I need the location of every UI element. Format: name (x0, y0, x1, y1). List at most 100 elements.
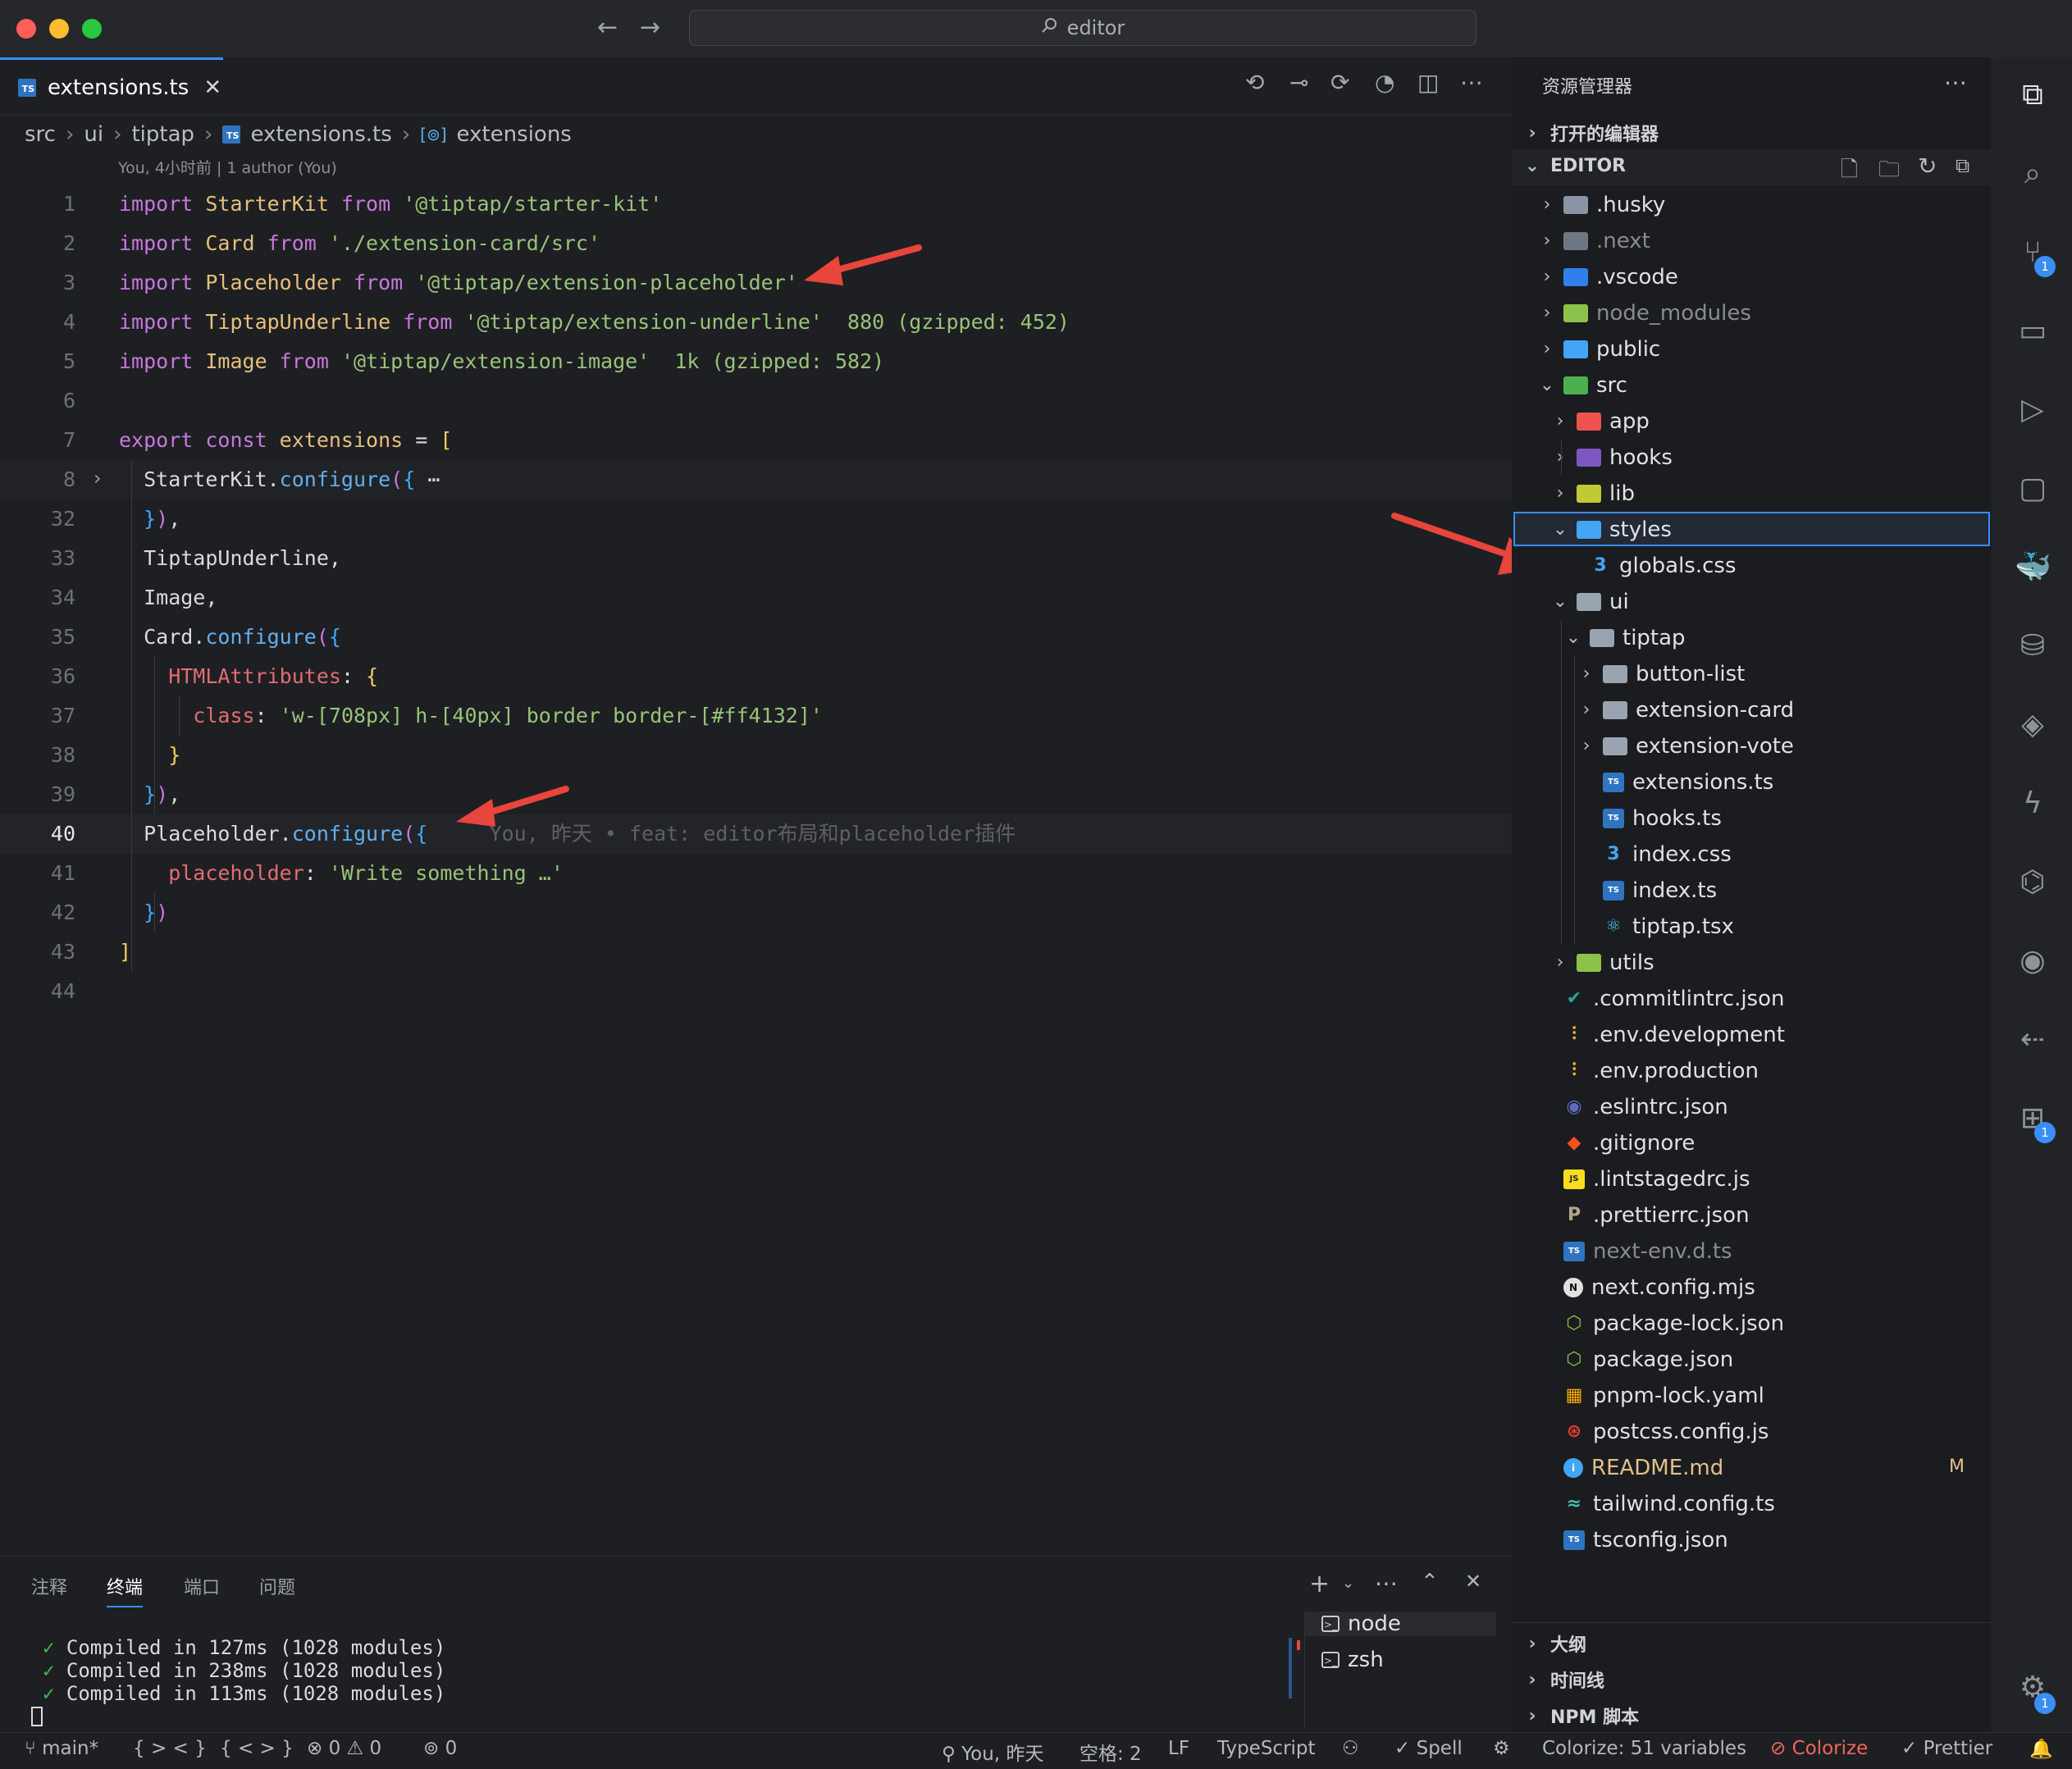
thunder-client-icon[interactable]: ϟ (2015, 786, 2051, 822)
refresh-icon[interactable]: ↻ (1918, 153, 1937, 180)
tab-ports[interactable]: 端口 (184, 1573, 220, 1599)
close-panel-icon[interactable]: ✕ (1465, 1570, 1481, 1593)
tree-item-hooks[interactable]: › hooks (1552, 440, 1673, 476)
tree-item-node-modules[interactable]: › node_modules (1539, 295, 1751, 331)
tree-item-public[interactable]: › public (1539, 331, 1661, 367)
tab-problems[interactable]: 问题 (259, 1573, 295, 1599)
more-actions-icon[interactable]: ⋯ (1460, 69, 1483, 96)
forward-arrow-icon[interactable]: → (640, 13, 660, 42)
terminal-item-node[interactable]: >_ node (1305, 1612, 1496, 1636)
maximize-window-button[interactable] (82, 19, 102, 39)
git-commit-icon[interactable]: ⊸ (1289, 69, 1308, 96)
branch-status[interactable]: ⑂ main* (25, 1738, 98, 1759)
codelens-blame[interactable]: You, 4小时前 | 1 author (You) (118, 156, 337, 178)
tree-item-commitlintrc-json[interactable]: ✔ .commitlintrc.json (1539, 981, 1785, 1017)
database-icon[interactable]: ⛁ (2015, 628, 2051, 664)
tree-item-ui[interactable]: ⌄ ui (1552, 584, 1629, 620)
code-line[interactable]: 42 }) (0, 893, 1512, 932)
panel-more-icon[interactable]: ⋯ (1375, 1570, 1398, 1597)
git-previous-change-icon[interactable]: ⟲ (1245, 69, 1264, 96)
problems-status[interactable]: ⊗ 0 ⚠ 0 (307, 1738, 381, 1759)
tree-item-button-list[interactable]: › button-list (1578, 656, 1746, 692)
docker-icon[interactable]: 🐳 (2015, 549, 2051, 586)
code-line[interactable]: 2 import Card from './extension-card/src' (0, 224, 1512, 263)
code-line[interactable]: 38 } (0, 736, 1512, 775)
back-arrow-icon[interactable]: ← (597, 13, 618, 42)
breadcrumb-ui[interactable]: ui (84, 122, 103, 147)
code-line[interactable]: 33 TiptapUnderline, (0, 539, 1512, 578)
tree-item-husky[interactable]: › .husky (1539, 187, 1666, 223)
tree-item-gitignore[interactable]: ◆ .gitignore (1539, 1125, 1695, 1161)
code-line[interactable]: 4 import TiptapUnderline from '@tiptap/ex… (0, 303, 1512, 342)
copilot-icon[interactable]: ⚇ (1342, 1738, 1359, 1759)
close-window-button[interactable] (16, 19, 36, 39)
language-status[interactable]: TypeScript (1217, 1738, 1316, 1759)
section-timeline[interactable]: › 时间线 (1524, 1666, 1604, 1693)
fold-chevron-icon[interactable]: › (94, 467, 102, 490)
code-line[interactable]: 40 Placeholder.configure({ You, 昨天 • fea… (0, 814, 1512, 854)
remote-explorer-icon[interactable]: ▢ (2015, 471, 2051, 507)
tab-terminal[interactable]: 终端 (107, 1573, 144, 1607)
close-tab-icon[interactable]: ✕ (203, 75, 221, 100)
nav-next-status[interactable]: { < > } (220, 1738, 294, 1759)
tree-item-tiptap-tsx[interactable]: ⚛ tiptap.tsx (1578, 909, 1734, 945)
notifications-bell-icon[interactable]: 🔔 (2029, 1738, 2053, 1760)
code-line[interactable]: 37 class: 'w-[708px] h-[40px] border bor… (0, 696, 1512, 736)
explorer-more-icon[interactable]: ⋯ (1944, 69, 1967, 96)
breadcrumb-src[interactable]: src (25, 122, 56, 147)
tree-item-app[interactable]: › app (1552, 403, 1650, 440)
section-editor-root[interactable]: ⌄ EDITOR (1524, 156, 1626, 176)
tree-item-globals-css[interactable]: 3 globals.css (1565, 548, 1736, 584)
tree-item-vscode[interactable]: › .vscode (1539, 259, 1678, 295)
code-line[interactable]: 41 placeholder: 'Write something …' (0, 854, 1512, 893)
ports-status[interactable]: ⊚ 0 (423, 1738, 457, 1759)
section-open-editors[interactable]: › 打开的编辑器 (1524, 120, 1659, 146)
code-line[interactable]: 6 (0, 381, 1512, 421)
tree-item-env-production[interactable]: ⫶ .env.production (1539, 1053, 1759, 1089)
gitlens-icon[interactable]: ⌬ (2015, 864, 2051, 900)
tree-item-eslintrc-json[interactable]: ◉ .eslintrc.json (1539, 1089, 1727, 1125)
tree-item-src[interactable]: ⌄ src (1539, 367, 1627, 403)
breadcrumb-tiptap[interactable]: tiptap (131, 122, 194, 147)
tree-item-tsconfig-json[interactable]: TS tsconfig.json (1539, 1522, 1728, 1558)
command-center-search[interactable]: editor (689, 10, 1476, 46)
code-line[interactable]: 7 export const extensions = [ (0, 421, 1512, 460)
collapse-all-icon[interactable]: ⧉ (1956, 154, 1969, 177)
tree-item-prettierrc-json[interactable]: P .prettierrc.json (1539, 1197, 1750, 1233)
code-line[interactable]: 3 import Placeholder from '@tiptap/extens… (0, 263, 1512, 303)
tree-item-hooks-ts[interactable]: TS hooks.ts (1578, 800, 1722, 837)
colorize-vars-status[interactable]: Colorize: 51 variables (1542, 1738, 1746, 1759)
nav-prev-status[interactable]: { > < } (133, 1738, 207, 1759)
section-outline[interactable]: › 大纲 (1524, 1630, 1586, 1657)
tree-item-postcss-config-js[interactable]: ⊛ postcss.config.js (1539, 1414, 1769, 1450)
tab-comments[interactable]: 注释 (31, 1573, 67, 1599)
spell-status[interactable]: ✓ Spell (1394, 1738, 1463, 1759)
tree-item-index-ts[interactable]: TS index.ts (1578, 873, 1717, 909)
code-line[interactable]: 8 StarterKit.configure({ ⋯ (0, 460, 1512, 499)
breadcrumb-symbol[interactable]: extensions (457, 122, 572, 147)
new-terminal-icon[interactable]: + (1309, 1570, 1330, 1598)
tree-item-utils[interactable]: › utils (1552, 945, 1654, 981)
indent-status[interactable]: 空格: 2 (1079, 1738, 1142, 1766)
code-line[interactable]: 5 import Image from '@tiptap/extension-im… (0, 342, 1512, 381)
minimize-window-button[interactable] (49, 19, 69, 39)
new-folder-icon[interactable]: 🗀 (1878, 154, 1900, 190)
chevron-down-icon[interactable]: ⌄ (1342, 1575, 1354, 1592)
tree-item-lintstagedrc-js[interactable]: JS .lintstagedrc.js (1539, 1161, 1750, 1197)
timeline-icon[interactable]: ◔ (1375, 69, 1394, 96)
code-line[interactable]: 43] (0, 932, 1512, 972)
tree-item-extensions-ts[interactable]: TS extensions.ts (1578, 764, 1773, 800)
tree-item-env-development[interactable]: ⫶ .env.development (1539, 1017, 1785, 1053)
search-icon[interactable]: ⌕ (2015, 156, 2051, 192)
prettier-status[interactable]: ✓ Prettier (1901, 1738, 1992, 1759)
tree-item-styles[interactable]: ⌄ styles (1552, 512, 1672, 548)
code-line[interactable]: 1 import StarterKit from '@tiptap/starter… (0, 185, 1512, 224)
section-npm-scripts[interactable]: › NPM 脚本 (1524, 1703, 1639, 1729)
run-debug-icon[interactable]: ▷ (2015, 392, 2051, 428)
tree-item-package-json[interactable]: ⬡ package.json (1539, 1342, 1733, 1378)
github-icon[interactable]: ◉ (2015, 943, 2051, 979)
maximize-panel-icon[interactable]: ⌃ (1421, 1570, 1439, 1594)
breadcrumb-file[interactable]: extensions.ts (250, 122, 391, 147)
tree-item-tailwind-config-ts[interactable]: ≈ tailwind.config.ts (1539, 1486, 1775, 1522)
git-graph-icon[interactable]: ⇠ (2015, 1022, 2051, 1058)
